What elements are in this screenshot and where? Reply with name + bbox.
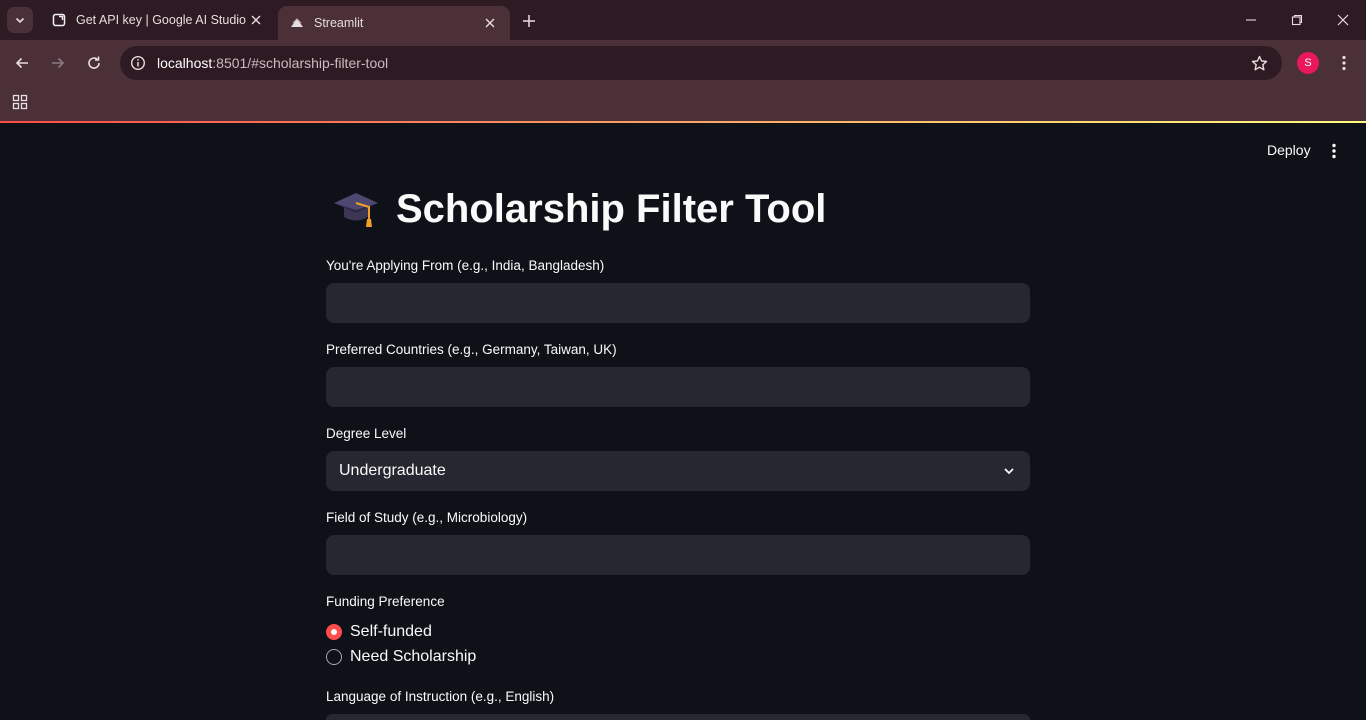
arrow-right-icon [52,57,65,69]
browser-tab-bar: Get API key | Google AI Studio Streamlit [0,0,1366,40]
streamlit-app: Deploy Scholarship Filter Tool You're Ap… [0,123,1366,720]
reload-icon [88,56,100,69]
url-text: localhost:8501/#scholarship-filter-tool [157,55,389,71]
close-tab-icon[interactable] [248,12,264,28]
preferred-countries-input[interactable] [326,367,1030,407]
language-label: Language of Instruction (e.g., English) [326,689,555,704]
radio-unselected-icon [326,649,342,665]
tab-search-button[interactable] [7,7,33,33]
radio-option-need-scholarship[interactable]: Need Scholarship [326,648,476,666]
apps-grid-icon[interactable] [11,93,29,111]
ai-studio-favicon-icon [52,13,66,27]
minimize-button[interactable] [1228,0,1274,40]
app-menu-button[interactable] [1322,139,1346,163]
address-bar[interactable]: localhost:8501/#scholarship-filter-tool [120,46,1282,80]
tab-google-ai-studio[interactable]: Get API key | Google AI Studio [40,0,276,40]
plus-icon [523,15,535,27]
deploy-button[interactable]: Deploy [1258,138,1320,162]
new-tab-button[interactable] [518,10,540,32]
profile-avatar[interactable]: S [1297,52,1319,74]
close-window-button[interactable] [1320,0,1366,40]
applying-from-label: You're Applying From (e.g., India, Bangl… [326,258,605,273]
radio-option-self-funded[interactable]: Self-funded [326,623,432,641]
degree-level-label: Degree Level [326,426,407,441]
arrow-left-icon [15,57,28,69]
forward-button[interactable] [44,49,72,77]
browser-menu-button[interactable] [1332,49,1356,77]
close-icon [1337,14,1349,26]
radio-option-label: Need Scholarship [350,648,477,665]
page-title-text: Scholarship Filter Tool [396,186,827,231]
field-of-study-input[interactable] [326,535,1030,575]
graduation-cap-icon [334,193,378,227]
applying-from-input[interactable] [326,283,1030,323]
language-input[interactable] [326,714,1030,720]
chevron-down-icon [1001,463,1017,479]
bookmarks-bar [0,86,1366,121]
minimize-icon [1246,19,1256,21]
reload-button[interactable] [80,49,108,77]
vertical-dots-icon [1332,143,1336,159]
site-info-icon[interactable] [121,46,155,80]
browser-toolbar: localhost:8501/#scholarship-filter-tool … [0,40,1366,86]
restore-button[interactable] [1274,0,1320,40]
close-tab-icon[interactable] [482,15,498,31]
radio-selected-icon [326,624,342,640]
preferred-countries-label: Preferred Countries (e.g., Germany, Taiw… [326,342,617,357]
degree-level-value: Undergraduate [339,462,446,479]
field-of-study-label: Field of Study (e.g., Microbiology) [326,510,528,525]
tab-title: Streamlit [314,16,364,30]
bookmark-star-icon[interactable] [1250,54,1268,72]
streamlit-favicon-icon [290,16,304,30]
tab-title: Get API key | Google AI Studio [76,13,247,27]
degree-level-select[interactable]: Undergraduate [326,451,1030,491]
back-button[interactable] [8,49,36,77]
page-title: Scholarship Filter Tool [332,185,826,233]
vertical-dots-icon [1342,55,1346,71]
funding-preference-label: Funding Preference [326,594,445,609]
radio-option-label: Self-funded [350,623,432,640]
tab-streamlit[interactable]: Streamlit [278,6,510,40]
chevron-down-icon [15,17,25,24]
restore-icon [1291,14,1303,26]
